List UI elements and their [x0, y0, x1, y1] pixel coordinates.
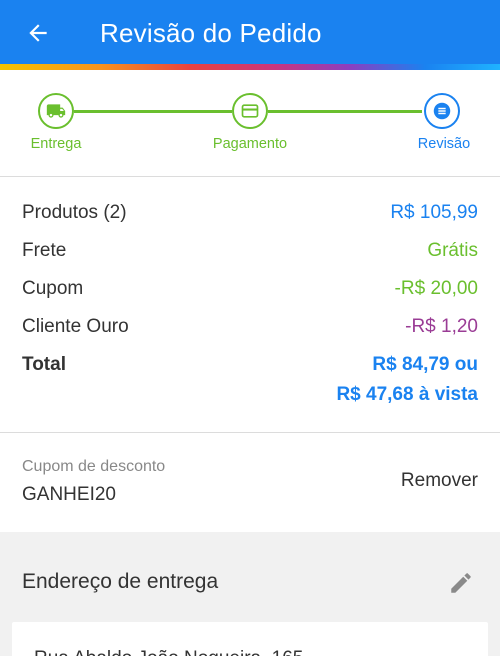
back-button[interactable] [10, 0, 66, 66]
coupon-code: GANHEI20 [22, 484, 116, 505]
step-label-entrega: Entrega [30, 136, 82, 152]
row-value: -R$ 1,20 [405, 316, 478, 337]
coupon-label: Cupom de desconto [22, 458, 166, 475]
step-pagamento[interactable] [232, 93, 268, 129]
truck-icon [46, 104, 66, 118]
summary-row-frete: Frete Grátis [22, 236, 478, 266]
address-card[interactable]: Rua Abaldo João Nogueira, 165 [12, 622, 488, 656]
edit-address-button[interactable] [448, 570, 474, 596]
coupon-section: Cupom de desconto GANHEI20 Remover [0, 434, 500, 532]
list-icon [433, 102, 451, 120]
row-label: Cupom [22, 278, 84, 299]
total-label: Total [22, 354, 66, 375]
row-label: Produtos (2) [22, 202, 127, 223]
row-value: R$ 105,99 [390, 202, 478, 223]
divider [0, 176, 500, 177]
card-icon [241, 104, 259, 118]
summary-row-cupom: Cupom -R$ 20,00 [22, 274, 478, 304]
app-bar: Revisão do Pedido [0, 0, 500, 66]
summary-row-produtos: Produtos (2) R$ 105,99 [22, 198, 478, 228]
address-line: Rua Abaldo João Nogueira, 165 [34, 648, 303, 656]
divider [0, 432, 500, 433]
total-line-installment: R$ 84,79 ou [372, 354, 478, 375]
address-section: Endereço de entrega Rua Abaldo João Nogu… [0, 532, 500, 656]
pencil-icon [451, 573, 471, 593]
step-connector [268, 110, 422, 113]
row-value: -R$ 20,00 [394, 278, 478, 299]
total-line-cash: R$ 47,68 à vista [336, 384, 478, 405]
remove-coupon-button[interactable]: Remover [401, 470, 478, 492]
step-label-revisao: Revisão [417, 136, 471, 152]
row-value: Grátis [427, 240, 478, 261]
address-title: Endereço de entrega [22, 570, 219, 593]
page-title: Revisão do Pedido [100, 17, 322, 48]
step-label-pagamento: Pagamento [212, 136, 288, 152]
step-connector [74, 110, 232, 113]
order-summary: Produtos (2) R$ 105,99 Frete Grátis Cupo… [0, 178, 500, 432]
checkout-stepper: Entrega Pagamento Revisão [0, 70, 500, 176]
step-revisao[interactable] [424, 93, 460, 129]
total-value: R$ 84,79 ou R$ 47,68 à vista [336, 350, 478, 410]
row-label: Cliente Ouro [22, 316, 129, 337]
summary-row-cliente-ouro: Cliente Ouro -R$ 1,20 [22, 312, 478, 342]
step-entrega[interactable] [38, 93, 74, 129]
row-label: Frete [22, 240, 67, 261]
arrow-left-icon [29, 24, 47, 42]
